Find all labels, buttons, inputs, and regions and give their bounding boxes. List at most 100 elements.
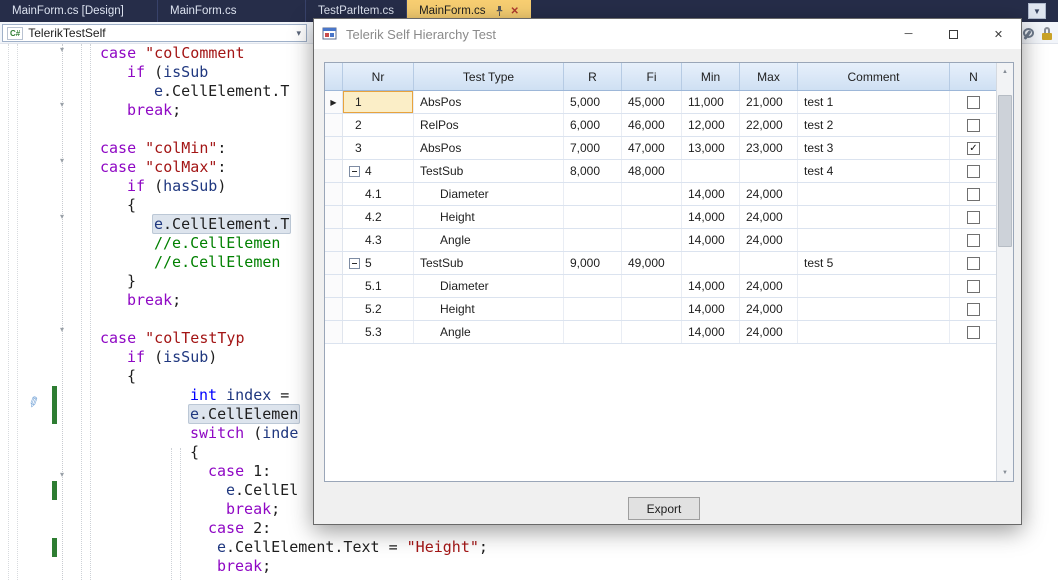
cell-test-type[interactable]: Height: [414, 206, 564, 228]
cell-nr[interactable]: 4.1: [343, 183, 414, 205]
cell-fi[interactable]: [622, 183, 682, 205]
row-checkbox[interactable]: [967, 211, 980, 224]
cell-nr[interactable]: 5.3: [343, 321, 414, 343]
cell-comment[interactable]: [798, 321, 950, 343]
cell-test-type[interactable]: Diameter: [414, 183, 564, 205]
cell-checkbox[interactable]: [950, 91, 998, 113]
scroll-down-icon[interactable]: ▼: [997, 465, 1013, 480]
cell-fi[interactable]: 45,000: [622, 91, 682, 113]
pin-icon[interactable]: [495, 6, 504, 17]
row-checkbox[interactable]: [967, 188, 980, 201]
row-checkbox[interactable]: [967, 119, 980, 132]
table-row[interactable]: 5.1 Diameter 14,000 24,000: [325, 275, 998, 298]
row-checkbox[interactable]: [967, 96, 980, 109]
column-header-type[interactable]: Test Type: [414, 63, 564, 90]
cell-nr[interactable]: 1: [343, 91, 414, 113]
export-button[interactable]: Export: [628, 497, 700, 520]
scroll-up-icon[interactable]: ▲: [997, 64, 1013, 79]
row-checkbox[interactable]: [967, 234, 980, 247]
cell-checkbox[interactable]: [950, 206, 998, 228]
column-header-nr[interactable]: Nr: [343, 63, 414, 90]
cell-checkbox[interactable]: [950, 298, 998, 320]
cell-fi[interactable]: 48,000: [622, 160, 682, 182]
cell-comment[interactable]: [798, 229, 950, 251]
table-row[interactable]: 1 AbsPos 5,000 45,000 11,000 21,000 test…: [325, 91, 998, 114]
cell-nr[interactable]: 3: [343, 137, 414, 159]
document-tab[interactable]: MainForm.cs [Design] ✕: [0, 0, 158, 22]
cell-r[interactable]: [564, 298, 622, 320]
cell-test-type[interactable]: AbsPos: [414, 137, 564, 159]
cell-fi[interactable]: [622, 321, 682, 343]
table-row[interactable]: 4 TestSub 8,000 48,000 test 4: [325, 160, 998, 183]
column-header-min[interactable]: Min: [682, 63, 740, 90]
close-icon[interactable]: ✕: [511, 6, 519, 17]
cell-test-type[interactable]: Angle: [414, 321, 564, 343]
cell-checkbox[interactable]: [950, 321, 998, 343]
cell-fi[interactable]: 47,000: [622, 137, 682, 159]
cell-checkbox[interactable]: [950, 229, 998, 251]
cell-r[interactable]: [564, 275, 622, 297]
row-checkbox[interactable]: [967, 142, 980, 155]
wrench-icon[interactable]: [1021, 28, 1033, 40]
cell-test-type[interactable]: AbsPos: [414, 91, 564, 113]
code-line[interactable]: e.CellElement.Text = "Height";: [0, 538, 1058, 557]
table-row[interactable]: 4.2 Height 14,000 24,000: [325, 206, 998, 229]
minimize-button[interactable]: ─: [886, 19, 931, 49]
cell-min[interactable]: 14,000: [682, 321, 740, 343]
cell-comment[interactable]: [798, 206, 950, 228]
cell-nr[interactable]: 4: [343, 160, 414, 182]
cell-comment[interactable]: test 3: [798, 137, 950, 159]
table-row[interactable]: 5.3 Angle 14,000 24,000: [325, 321, 998, 344]
cell-comment[interactable]: [798, 275, 950, 297]
cell-nr[interactable]: 4.2: [343, 206, 414, 228]
cell-max[interactable]: 21,000: [740, 91, 798, 113]
cell-max[interactable]: 24,000: [740, 229, 798, 251]
column-header-n[interactable]: N: [950, 63, 998, 90]
column-header-max[interactable]: Max: [740, 63, 798, 90]
cell-test-type[interactable]: Height: [414, 298, 564, 320]
cell-nr[interactable]: 2: [343, 114, 414, 136]
cell-min[interactable]: [682, 160, 740, 182]
column-header-r[interactable]: R: [564, 63, 622, 90]
table-row[interactable]: 2 RelPos 6,000 46,000 12,000 22,000 test…: [325, 114, 998, 137]
cell-checkbox[interactable]: [950, 252, 998, 274]
type-dropdown[interactable]: C# TelerikTestSelf ▾: [2, 24, 307, 42]
cell-max[interactable]: [740, 252, 798, 274]
cell-test-type[interactable]: TestSub: [414, 252, 564, 274]
cell-r[interactable]: 5,000: [564, 91, 622, 113]
table-row[interactable]: 5.2 Height 14,000 24,000: [325, 298, 998, 321]
cell-fi[interactable]: [622, 229, 682, 251]
cell-min[interactable]: 14,000: [682, 275, 740, 297]
cell-test-type[interactable]: Angle: [414, 229, 564, 251]
close-button[interactable]: ✕: [976, 19, 1021, 49]
column-header-comment[interactable]: Comment: [798, 63, 950, 90]
cell-fi[interactable]: 46,000: [622, 114, 682, 136]
row-checkbox[interactable]: [967, 326, 980, 339]
table-row[interactable]: 4.3 Angle 14,000 24,000: [325, 229, 998, 252]
dialog-titlebar[interactable]: Telerik Self Hierarchy Test ─ ✕: [314, 19, 1021, 49]
row-checkbox[interactable]: [967, 165, 980, 178]
lock-icon[interactable]: [1042, 27, 1052, 40]
cell-max[interactable]: 24,000: [740, 298, 798, 320]
cell-max[interactable]: [740, 160, 798, 182]
cell-comment[interactable]: test 1: [798, 91, 950, 113]
cell-checkbox[interactable]: [950, 275, 998, 297]
cell-min[interactable]: 14,000: [682, 206, 740, 228]
scrollbar-thumb[interactable]: [998, 95, 1012, 247]
table-row[interactable]: 5 TestSub 9,000 49,000 test 5: [325, 252, 998, 275]
cell-max[interactable]: 24,000: [740, 183, 798, 205]
maximize-button[interactable]: [931, 19, 976, 49]
cell-max[interactable]: 24,000: [740, 275, 798, 297]
cell-max[interactable]: 24,000: [740, 321, 798, 343]
cell-test-type[interactable]: TestSub: [414, 160, 564, 182]
vertical-scrollbar[interactable]: ▲ ▼: [996, 63, 1013, 481]
cell-nr[interactable]: 5: [343, 252, 414, 274]
table-row[interactable]: 3 AbsPos 7,000 47,000 13,000 23,000 test…: [325, 137, 998, 160]
cell-nr[interactable]: 5.1: [343, 275, 414, 297]
cell-comment[interactable]: test 4: [798, 160, 950, 182]
cell-fi[interactable]: [622, 206, 682, 228]
cell-fi[interactable]: [622, 275, 682, 297]
cell-r[interactable]: 7,000: [564, 137, 622, 159]
cell-r[interactable]: [564, 321, 622, 343]
table-row[interactable]: 4.1 Diameter 14,000 24,000: [325, 183, 998, 206]
